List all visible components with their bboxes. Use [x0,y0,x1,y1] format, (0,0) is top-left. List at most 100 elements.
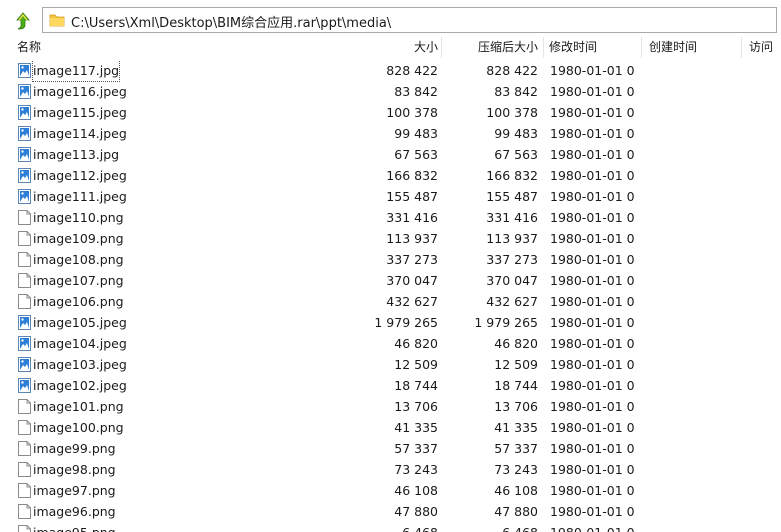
file-name: image117.jpg [31,60,121,82]
file-packed-size: 166 832 [486,168,538,183]
file-packed-size: 155 487 [486,189,538,204]
file-name: image99.png [33,441,116,456]
file-size: 41 335 [394,420,438,435]
file-size: 6 468 [402,522,438,532]
file-name: image95.png [33,522,116,532]
file-row[interactable]: image106.png 432 627 432 627 1980-01-01 0..… [0,291,781,312]
file-row[interactable]: image108.png 337 273 337 273 1980-01-01 0..… [0,249,781,270]
file-row[interactable]: image105.jpeg 1 979 265 1 979 265 1980-01-0… [0,312,781,333]
file-row[interactable]: image107.png 370 047 370 047 1980-01-01 0..… [0,270,781,291]
image-file-icon [18,147,31,162]
file-packed-size: 47 880 [494,504,538,519]
image-file-icon [18,105,31,120]
file-modified: 1980-01-01 0... [550,126,636,141]
address-path: C:\Users\Xml\Desktop\BIM综合应用.rar\ppt\med… [71,16,392,31]
file-row[interactable]: image114.jpeg 99 483 99 483 1980-01-01 0... [0,123,781,144]
column-size[interactable]: 大小 [414,37,438,58]
file-name: image112.jpeg [33,168,127,183]
file-icon [18,294,31,309]
file-row[interactable]: image103.jpeg 12 509 12 509 1980-01-01 0... [0,354,781,375]
file-name: image100.png [33,420,124,435]
file-row[interactable]: image98.png 73 243 73 243 1980-01-01 0... [0,459,781,480]
file-row[interactable]: image110.png 331 416 331 416 1980-01-01 0..… [0,207,781,228]
file-modified: 1980-01-01 0... [550,504,636,519]
file-row[interactable]: image101.png 13 706 13 706 1980-01-01 0... [0,396,781,417]
file-row[interactable]: image96.png 47 880 47 880 1980-01-01 0... [0,501,781,522]
file-row[interactable]: image95.png 6 468 6 468 1980-01-01 0... [0,522,781,532]
image-file-icon [18,189,31,204]
image-file-icon [18,336,31,351]
file-modified: 1980-01-01 0... [550,483,636,498]
file-row[interactable]: image99.png 57 337 57 337 1980-01-01 0... [0,438,781,459]
file-modified: 1980-01-01 0... [550,420,636,435]
file-size: 100 378 [386,105,438,120]
file-modified: 1980-01-01 0... [550,294,636,309]
file-modified: 1980-01-01 0... [550,462,636,477]
file-row[interactable]: image113.jpg 67 563 67 563 1980-01-01 0... [0,144,781,165]
file-name: image104.jpeg [33,336,127,351]
up-arrow-icon[interactable] [13,11,33,31]
file-icon [18,231,31,246]
file-icon [18,441,31,456]
file-row[interactable]: image109.png 113 937 113 937 1980-01-01 0..… [0,228,781,249]
file-icon [18,252,31,267]
file-packed-size: 46 108 [494,483,538,498]
file-size: 155 487 [386,189,438,204]
file-size: 13 706 [394,399,438,414]
file-row[interactable]: image115.jpeg 100 378 100 378 1980-01-01 0.… [0,102,781,123]
file-modified: 1980-01-01 0... [550,399,636,414]
file-row[interactable]: image104.jpeg 46 820 46 820 1980-01-01 0... [0,333,781,354]
file-name: image97.png [33,483,116,498]
file-modified: 1980-01-01 0... [550,441,636,456]
file-row[interactable]: image112.jpeg 166 832 166 832 1980-01-01 0.… [0,165,781,186]
file-size: 828 422 [386,63,438,78]
column-accessed[interactable]: 访问 [749,37,773,58]
file-size: 99 483 [394,126,438,141]
column-divider[interactable] [441,37,442,58]
file-modified: 1980-01-01 0... [550,210,636,225]
file-modified: 1980-01-01 0... [550,84,636,99]
file-name: image98.png [33,462,116,477]
column-divider[interactable] [543,37,544,58]
file-row[interactable]: image111.jpeg 155 487 155 487 1980-01-01 0.… [0,186,781,207]
image-file-icon [18,84,31,99]
file-modified: 1980-01-01 0... [550,273,636,288]
file-name: image108.png [33,252,124,267]
file-size: 57 337 [394,441,438,456]
column-divider[interactable] [741,37,742,58]
file-size: 432 627 [386,294,438,309]
column-name[interactable]: 名称 [17,37,41,58]
file-size: 337 273 [386,252,438,267]
file-packed-size: 337 273 [486,252,538,267]
file-row[interactable]: image100.png 41 335 41 335 1980-01-01 0... [0,417,781,438]
file-row[interactable]: image117.jpg 828 422 828 422 1980-01-01 0..… [0,60,781,82]
file-modified: 1980-01-01 0... [550,189,636,204]
file-size: 370 047 [386,273,438,288]
file-row[interactable]: image116.jpeg 83 842 83 842 1980-01-01 0... [0,81,781,102]
file-modified: 1980-01-01 0... [550,231,636,246]
address-bar[interactable]: C:\Users\Xml\Desktop\BIM综合应用.rar\ppt\med… [42,7,777,33]
file-packed-size: 83 842 [494,84,538,99]
file-packed-size: 100 378 [486,105,538,120]
file-size: 47 880 [394,504,438,519]
file-name: image109.png [33,231,124,246]
file-size: 67 563 [394,147,438,162]
file-icon [18,462,31,477]
file-row[interactable]: image102.jpeg 18 744 18 744 1980-01-01 0... [0,375,781,396]
column-packed-size[interactable]: 压缩后大小 [478,37,538,58]
column-created[interactable]: 创建时间 [649,37,697,58]
file-icon [18,210,31,225]
file-modified: 1980-01-01 0... [550,147,636,162]
file-modified: 1980-01-01 0... [550,63,636,78]
file-packed-size: 46 820 [494,336,538,351]
image-file-icon [18,357,31,372]
file-row[interactable]: image97.png 46 108 46 108 1980-01-01 0... [0,480,781,501]
column-header: 名称 大小 压缩后大小 修改时间 创建时间 访问 [0,37,781,58]
file-size: 46 108 [394,483,438,498]
file-size: 18 744 [394,378,438,393]
file-modified: 1980-01-01 0... [550,357,636,372]
file-name: image106.png [33,294,124,309]
column-divider[interactable] [641,37,642,58]
file-packed-size: 6 468 [502,522,538,532]
column-modified[interactable]: 修改时间 [549,37,597,58]
